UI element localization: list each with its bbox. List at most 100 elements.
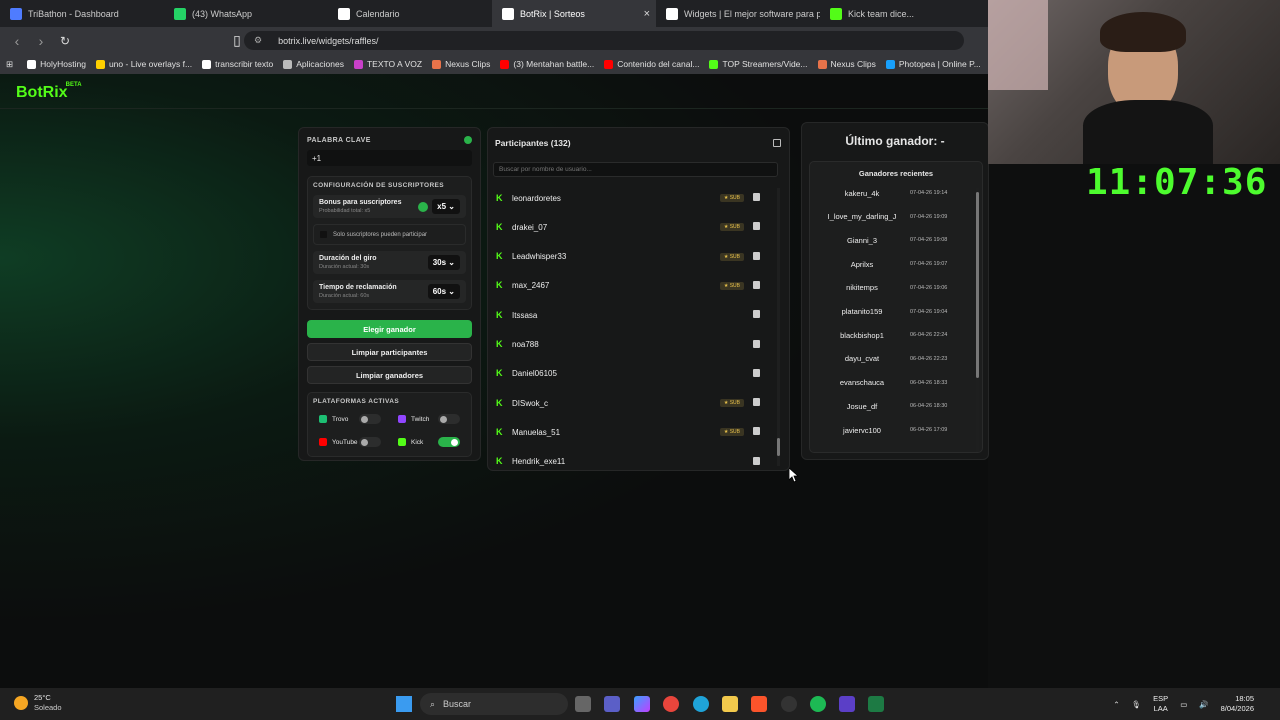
trash-icon[interactable] bbox=[753, 427, 760, 436]
copy-icon[interactable] bbox=[773, 139, 781, 147]
pick-winner-button[interactable]: Elegir ganador bbox=[307, 320, 472, 338]
bookmark-item[interactable]: Nexus Clips bbox=[432, 59, 490, 69]
participant-row: K Daniel06105 bbox=[496, 361, 770, 387]
participant-row: K DISwok_c ★ SUB bbox=[496, 390, 770, 416]
excel-icon[interactable] bbox=[868, 696, 884, 712]
close-tab-icon[interactable]: × bbox=[644, 8, 650, 20]
participant-name: Manuelas_51 bbox=[512, 427, 561, 437]
mic-icon[interactable]: 🎙 bbox=[1132, 700, 1142, 709]
browser-tab[interactable]: Widgets | El mejor software para pot bbox=[656, 0, 820, 27]
spotify-icon[interactable] bbox=[810, 696, 826, 712]
checkbox[interactable] bbox=[320, 231, 327, 238]
trash-icon[interactable] bbox=[753, 398, 760, 407]
trash-icon[interactable] bbox=[753, 310, 760, 319]
platform-icon bbox=[319, 415, 327, 423]
botrix-logo[interactable]: BotRix BETA bbox=[16, 82, 82, 102]
platform-toggle[interactable] bbox=[438, 437, 460, 447]
trash-icon[interactable] bbox=[753, 193, 760, 201]
bookmark-item[interactable]: Photopea | Online P... bbox=[885, 59, 981, 69]
chevron-up-icon[interactable]: ⌃ bbox=[1113, 700, 1119, 709]
trash-icon[interactable] bbox=[753, 280, 760, 289]
winners-scrollbar[interactable] bbox=[976, 188, 979, 452]
participant-name: Itssasa bbox=[512, 310, 538, 320]
clear-winners-button[interactable]: Limpiar ganadores bbox=[307, 366, 472, 384]
info-icon[interactable] bbox=[418, 201, 429, 212]
taskbar-search[interactable]: ⌕ Buscar bbox=[420, 693, 568, 715]
bookmark-label: Photopea | Online P... bbox=[898, 59, 981, 69]
address-bar[interactable]: ⚙ botrix.live/widgets/raffles/ bbox=[244, 31, 964, 50]
volume-icon[interactable]: 🔊 bbox=[1199, 700, 1208, 709]
trash-icon[interactable] bbox=[753, 456, 760, 465]
platform-icon bbox=[319, 438, 327, 446]
kick-icon: K bbox=[496, 397, 503, 408]
reload-icon[interactable]: ↻ bbox=[58, 34, 72, 48]
bookmark-item[interactable]: transcribir texto bbox=[202, 59, 273, 69]
bookmark-label: TOP Streamers/Vide... bbox=[722, 59, 808, 69]
browser-tab[interactable]: TriBathon - Dashboard bbox=[0, 0, 164, 27]
bonus-select[interactable]: x5 ⌄ bbox=[432, 199, 460, 214]
browser-tab[interactable]: (43) WhatsApp bbox=[164, 0, 328, 27]
edge-icon[interactable] bbox=[693, 696, 709, 712]
platform-toggle[interactable] bbox=[359, 437, 381, 447]
tab-favicon-icon bbox=[338, 7, 350, 20]
bookmark-item[interactable]: uno - Live overlays f... bbox=[95, 59, 192, 69]
platform-toggle[interactable] bbox=[438, 414, 460, 424]
info-icon[interactable] bbox=[464, 136, 472, 144]
browser-tab[interactable]: Calendario bbox=[328, 0, 492, 27]
kick-icon: K bbox=[496, 339, 503, 349]
platform-trovo: Trovo bbox=[313, 410, 387, 428]
lang-code[interactable]: ESP bbox=[1153, 694, 1168, 704]
explorer-pinned-icon[interactable] bbox=[575, 696, 591, 712]
claim-time-select[interactable]: 60s ⌄ bbox=[427, 284, 460, 299]
participant-name: drakei_07 bbox=[512, 222, 548, 232]
participants-scrollbar[interactable] bbox=[777, 188, 780, 466]
app-icon[interactable] bbox=[839, 696, 855, 712]
sub-badge: ★ SUB bbox=[719, 223, 744, 232]
platform-toggle[interactable] bbox=[359, 414, 381, 424]
spin-duration-select[interactable]: 30s ⌄ bbox=[427, 255, 460, 270]
keyword-label: PALABRA CLAVE bbox=[307, 136, 371, 144]
weather-widget[interactable]: 25°C Soleado bbox=[14, 693, 62, 713]
bookmark-item[interactable]: HolyHosting bbox=[27, 59, 86, 69]
participant-name: max_2467 bbox=[512, 281, 550, 291]
site-info-icon[interactable]: ⚙ bbox=[254, 35, 262, 46]
tab-label: (43) WhatsApp bbox=[192, 8, 253, 19]
obs-icon[interactable] bbox=[781, 696, 797, 712]
kick-icon: K bbox=[496, 280, 503, 291]
chrome-icon[interactable] bbox=[663, 696, 679, 712]
copilot-icon[interactable] bbox=[634, 696, 650, 712]
taskbar-time[interactable]: 18:05 bbox=[1221, 694, 1254, 704]
bookmark-icon[interactable]: ▯ bbox=[230, 32, 244, 49]
winner-row: Josue_df 06-04-26 18:30 bbox=[814, 396, 974, 416]
spin-title: Duración del giro bbox=[319, 255, 377, 262]
bookmark-item[interactable]: Aplicaciones bbox=[283, 59, 344, 69]
trash-icon[interactable] bbox=[753, 339, 760, 348]
browser-tab[interactable]: BotRix | Sorteos × bbox=[492, 0, 656, 27]
bookmark-item[interactable]: (3) Mentahan battle... bbox=[500, 59, 594, 69]
trash-icon[interactable] bbox=[753, 222, 760, 231]
brave-icon[interactable] bbox=[751, 696, 767, 712]
only-subs-toggle[interactable]: Solo suscriptores pueden participar bbox=[313, 224, 466, 245]
bookmark-item[interactable]: Nexus Clips bbox=[817, 59, 876, 69]
bookmark-item[interactable]: TEXTO A VOZ bbox=[353, 59, 422, 69]
trash-icon[interactable] bbox=[753, 251, 760, 260]
bookmark-item[interactable]: TOP Streamers/Vide... bbox=[709, 59, 808, 69]
keyword-input[interactable]: +1 bbox=[307, 150, 472, 166]
participant-search-input[interactable] bbox=[493, 162, 778, 177]
forward-icon[interactable]: › bbox=[34, 33, 48, 49]
trash-icon[interactable] bbox=[753, 368, 760, 377]
teams-icon[interactable] bbox=[604, 696, 620, 712]
participant-name: DISwok_c bbox=[512, 398, 549, 408]
back-icon[interactable]: ‹ bbox=[10, 33, 24, 49]
clear-participants-button[interactable]: Limpiar participantes bbox=[307, 343, 472, 361]
kick-icon: K bbox=[496, 309, 503, 320]
folder-icon[interactable] bbox=[722, 696, 738, 712]
apps-grid-icon[interactable]: ⊞ bbox=[6, 59, 13, 70]
winner-row: nikitemps 07-04-26 19:06 bbox=[814, 278, 974, 298]
bookmark-item[interactable]: Contenido del canal... bbox=[604, 59, 699, 69]
browser-tab[interactable]: Kick team dice... bbox=[820, 0, 984, 27]
winner-name: I_love_my_darling_J bbox=[827, 212, 897, 222]
network-icon[interactable]: ▭ bbox=[1180, 700, 1187, 709]
winner-row: javiervc100 06-04-26 17:09 bbox=[814, 420, 974, 440]
windows-start-icon[interactable] bbox=[396, 696, 412, 712]
